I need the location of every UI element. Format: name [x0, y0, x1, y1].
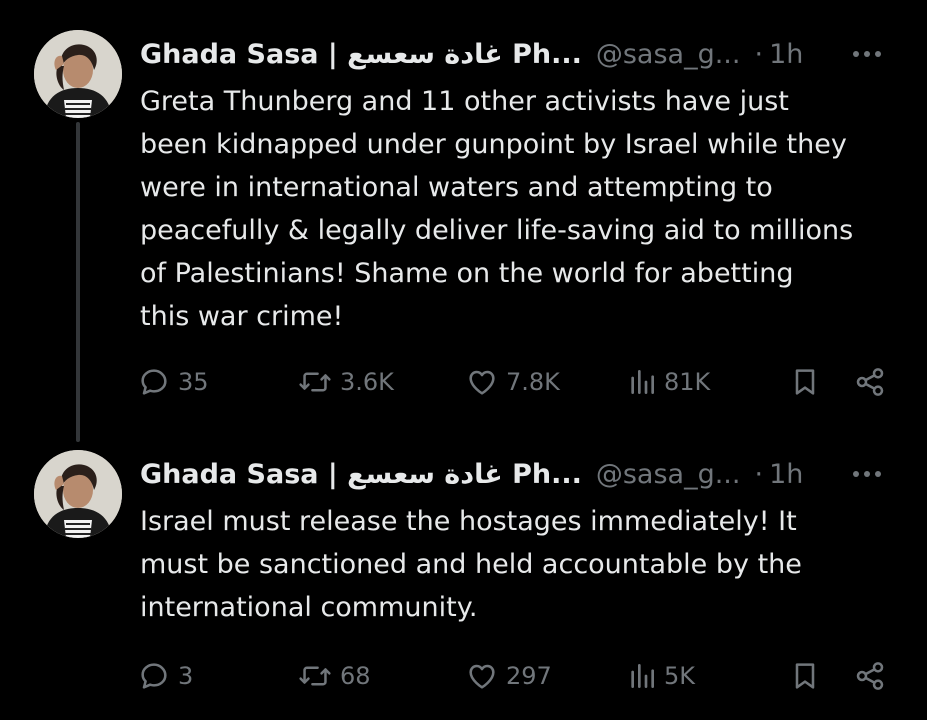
- action-bar: 3 68 297 5K: [138, 656, 898, 696]
- action-bar: 35 3.6K 7.8K 81K: [138, 362, 898, 402]
- like-count: 7.8K: [506, 368, 560, 396]
- tweet[interactable]: Ghada Sasa | غادة سعسع Ph... @sasa_g... …: [0, 0, 927, 442]
- avatar-photo-icon: [34, 30, 122, 118]
- avatar[interactable]: [34, 30, 122, 118]
- repost-button[interactable]: 3.6K: [298, 362, 394, 402]
- author-name[interactable]: Ghada Sasa | غادة سعسع Ph...: [140, 39, 582, 70]
- like-button[interactable]: 7.8K: [466, 362, 560, 402]
- bookmark-icon: [795, 369, 815, 395]
- avatar-photo-icon: [34, 450, 122, 538]
- share-button[interactable]: [854, 656, 886, 696]
- share-icon: [856, 368, 884, 396]
- bookmark-button[interactable]: [790, 362, 820, 402]
- author-handle[interactable]: @sasa_g...: [596, 39, 741, 70]
- views-bar-chart-icon: [631, 370, 654, 394]
- reply-bubble-icon: [141, 663, 167, 689]
- tweet-text-line: been kidnapped under gunpoint by Israel …: [140, 129, 847, 160]
- reply-count: 3: [178, 662, 194, 690]
- more-options-button[interactable]: [847, 456, 887, 492]
- repost-button[interactable]: 68: [298, 656, 371, 696]
- timestamp[interactable]: 1h: [769, 459, 803, 490]
- tweet-text: Israel must release the hostages immedia…: [140, 500, 900, 629]
- tweet-text-line: Greta Thunberg and 11 other activists ha…: [140, 86, 789, 117]
- views-button[interactable]: 81K: [628, 362, 710, 402]
- tweet-text-line: were in international waters and attempt…: [140, 172, 773, 203]
- separator-dot: ·: [754, 458, 764, 490]
- views-button[interactable]: 5K: [628, 656, 695, 696]
- reply-button[interactable]: 35: [138, 362, 209, 402]
- tweet-text-line: of Palestinians! Shame on the world for …: [140, 258, 794, 289]
- repost-arrows-icon: [299, 666, 331, 686]
- more-horizontal-icon: [853, 51, 881, 57]
- avatar[interactable]: [34, 450, 122, 538]
- reply-button[interactable]: 3: [138, 656, 193, 696]
- tweet-text: Greta Thunberg and 11 other activists ha…: [140, 80, 900, 338]
- tweet-text-line: Israel must release the hostages immedia…: [140, 506, 797, 537]
- repost-arrows-icon: [299, 372, 331, 392]
- tweet-text-line: peacefully & legally deliver life-saving…: [140, 215, 854, 246]
- tweet-header: Ghada Sasa | غادة سعسع Ph... @sasa_g... …: [140, 32, 897, 76]
- author-handle[interactable]: @sasa_g...: [596, 459, 741, 490]
- bookmark-button[interactable]: [790, 656, 820, 696]
- author-name[interactable]: Ghada Sasa | غادة سعسع Ph...: [140, 459, 582, 490]
- tweet[interactable]: Ghada Sasa | غادة سعسع Ph... @sasa_g... …: [0, 440, 927, 720]
- separator-dot: ·: [754, 38, 764, 70]
- like-count: 297: [506, 662, 552, 690]
- share-button[interactable]: [854, 362, 886, 402]
- more-options-button[interactable]: [847, 36, 887, 72]
- tweet-text-line: international community.: [140, 592, 478, 623]
- views-bar-chart-icon: [631, 664, 654, 688]
- share-icon: [856, 662, 884, 690]
- heart-icon: [469, 664, 495, 689]
- reply-count: 35: [178, 368, 209, 396]
- like-button[interactable]: 297: [466, 656, 552, 696]
- more-horizontal-icon: [853, 471, 881, 477]
- bookmark-icon: [795, 663, 815, 689]
- tweet-header: Ghada Sasa | غادة سعسع Ph... @sasa_g... …: [140, 452, 897, 496]
- tweet-text-line: this war crime!: [140, 301, 344, 332]
- views-count: 5K: [664, 662, 696, 690]
- thread-connector-line: [76, 122, 80, 442]
- heart-icon: [469, 370, 495, 395]
- timestamp[interactable]: 1h: [769, 39, 803, 70]
- repost-count: 3.6K: [340, 368, 394, 396]
- views-count: 81K: [664, 368, 711, 396]
- tweet-text-line: must be sanctioned and held accountable …: [140, 549, 802, 580]
- repost-count: 68: [340, 662, 371, 690]
- reply-bubble-icon: [141, 369, 167, 395]
